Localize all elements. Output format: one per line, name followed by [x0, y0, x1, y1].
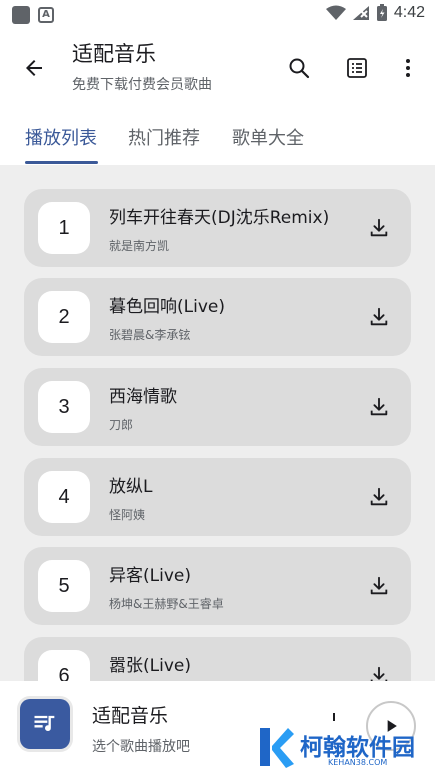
song-index: 4 [38, 471, 90, 523]
download-icon [370, 576, 388, 595]
song-index: 3 [38, 381, 90, 433]
song-index: 5 [38, 560, 90, 612]
tab-playlist[interactable]: 播放列表 [25, 124, 97, 150]
song-item[interactable]: 6 嚣张(Live) [24, 637, 411, 681]
download-button[interactable] [365, 214, 393, 242]
notification-app-icon [12, 6, 30, 24]
player-subtitle: 选个歌曲播放吧 [92, 739, 190, 755]
song-artist: 张碧晨&李承铉 [109, 328, 191, 342]
notification-a-icon: A [38, 7, 54, 23]
watermark-domain: KEHAN38.COM [328, 758, 388, 767]
player-title: 适配音乐 [92, 705, 169, 727]
app-subtitle: 免费下载付费会员歌曲 [72, 77, 212, 93]
download-icon [370, 666, 388, 681]
watermark-k-icon [260, 728, 294, 768]
search-button[interactable] [283, 52, 315, 84]
tab-bar: 播放列表 热门推荐 歌单大全 [0, 112, 435, 164]
song-title: 暮色回响(Live) [109, 297, 225, 317]
song-item[interactable]: 2 暮色回响(Live) 张碧晨&李承铉 [24, 278, 411, 356]
song-index: 1 [38, 202, 90, 254]
album-cover [20, 699, 70, 749]
download-icon [370, 397, 388, 416]
status-bar: A 4:42 [0, 0, 435, 30]
song-list: 1 列车开往春天(DJ沈乐Remix) 就是南方凯 2 暮色回响(Live) 张… [0, 165, 435, 681]
more-vert-icon [406, 59, 410, 77]
song-artist: 杨坤&王赫野&王睿卓 [109, 597, 224, 611]
download-button[interactable] [365, 483, 393, 511]
watermark-brand: 柯翰软件园 [300, 735, 415, 761]
song-title: 列车开往春天(DJ沈乐Remix) [109, 208, 330, 228]
list-view-button[interactable] [341, 52, 373, 84]
song-index: 2 [38, 291, 90, 343]
tab-hot-recommend[interactable]: 热门推荐 [128, 124, 200, 150]
song-artist: 怪阿姨 [109, 508, 146, 522]
download-icon [370, 218, 388, 237]
watermark-logo: 柯翰软件园 KEHAN38.COM [256, 722, 426, 770]
arrow-back-icon [26, 60, 42, 76]
tab-indicator [25, 161, 98, 164]
song-artist: 刀郎 [109, 418, 134, 432]
download-button[interactable] [365, 303, 393, 331]
song-title: 西海情歌 [109, 387, 177, 407]
song-title: 嚣张(Live) [109, 656, 191, 676]
app-bar: 适配音乐 免费下载付费会员歌曲 [0, 30, 435, 108]
song-artist: 就是南方凯 [109, 239, 170, 253]
search-icon [289, 58, 310, 79]
song-item[interactable]: 3 西海情歌 刀郎 [24, 368, 411, 446]
download-icon [370, 307, 388, 326]
download-button[interactable] [365, 572, 393, 600]
download-button[interactable] [365, 662, 393, 681]
more-options-button[interactable] [392, 52, 424, 84]
download-button[interactable] [365, 393, 393, 421]
signal-icon [352, 6, 369, 20]
battery-icon [376, 4, 387, 21]
song-title: 放纵L [109, 477, 153, 497]
playlist-music-icon [34, 715, 55, 732]
wifi-icon [325, 5, 346, 20]
song-item[interactable]: 1 列车开往春天(DJ沈乐Remix) 就是南方凯 [24, 189, 411, 267]
song-item[interactable]: 5 异客(Live) 杨坤&王赫野&王睿卓 [24, 547, 411, 625]
app-title: 适配音乐 [72, 42, 156, 66]
tab-playlists-all[interactable]: 歌单大全 [232, 124, 304, 150]
list-box-icon [347, 58, 367, 78]
song-title: 异客(Live) [109, 566, 191, 586]
song-item[interactable]: 4 放纵L 怪阿姨 [24, 458, 411, 536]
download-icon [370, 487, 388, 506]
song-index: 6 [38, 650, 90, 681]
back-button[interactable] [18, 52, 50, 84]
clock: 4:42 [393, 4, 425, 21]
